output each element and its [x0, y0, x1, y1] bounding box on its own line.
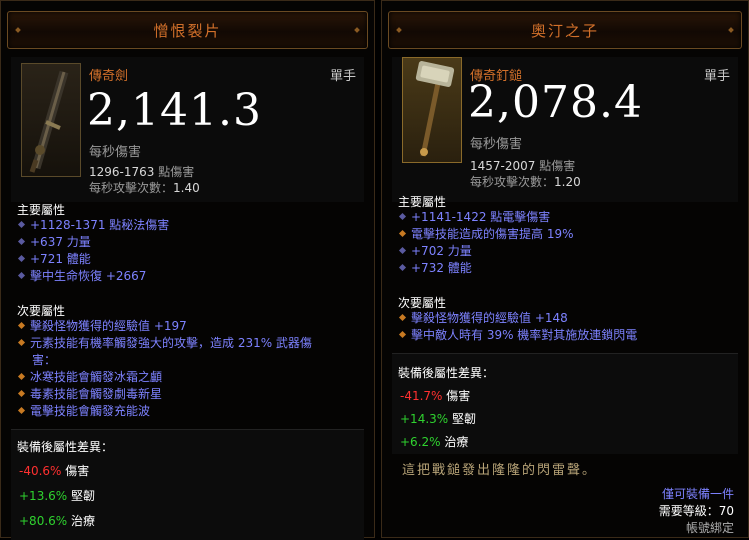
damage-range: 1296-1763 點傷害: [89, 165, 195, 179]
bullet-icon: [398, 263, 407, 272]
secondary-attribute-continued: 害：: [32, 353, 57, 367]
item-slot: 單手: [703, 69, 730, 84]
primary-attributes-title: 主要屬性: [398, 195, 447, 209]
stat-difference-title: 裝備後屬性差異：: [17, 440, 114, 454]
item-name-header: 奧汀之子: [388, 11, 742, 49]
stat-difference: +13.6% 堅韌: [19, 489, 96, 503]
item-name: 奧汀之子: [530, 22, 599, 40]
sword-icon: [21, 63, 81, 177]
bullet-icon: [17, 389, 26, 398]
item-stats-panel: 傳奇釘鎚 單手 2,078.4 每秒傷害 1457-2007 點傷害 每秒攻擊次…: [392, 57, 738, 202]
item-name-header: 憎恨裂片: [7, 11, 368, 49]
bullet-icon: [17, 372, 26, 381]
item-name: 憎恨裂片: [153, 22, 222, 40]
secondary-attribute: 毒素技能會觸發劇毒新星: [17, 386, 162, 403]
secondary-attributes-title: 次要屬性: [17, 304, 66, 318]
primary-attribute: +732 體能: [398, 260, 472, 277]
flavor-text: 這把戰鎚發出隆隆的閃雷聲。: [402, 463, 598, 478]
level-requirement: 需要等級：70: [658, 504, 734, 518]
bullet-icon: [17, 321, 26, 330]
damage-range: 1457-2007 點傷害: [470, 159, 576, 173]
secondary-attribute: 冰寒技能會觸發冰霜之顱: [17, 369, 162, 386]
secondary-attribute: 電擊技能會觸發充能波: [17, 403, 150, 420]
item-type: 傳奇劍: [89, 69, 129, 84]
secondary-attribute: 元素技能有機率觸發強大的攻擊，造成 231% 武器傷: [17, 335, 312, 352]
secondary-attribute: 擊殺怪物獲得的經驗值 +197: [17, 318, 187, 335]
primary-attribute: 電擊技能造成的傷害提高 19%: [398, 226, 574, 243]
dps-value: 2,078.4: [468, 77, 643, 128]
bullet-icon: [17, 237, 26, 246]
stat-difference: +6.2% 治療: [400, 435, 469, 449]
mace-icon: [402, 57, 462, 163]
item-stats-panel: 傳奇劍 單手 2,141.3 每秒傷害 1296-1763 點傷害 每秒攻擊次數…: [11, 57, 364, 202]
bullet-icon: [398, 212, 407, 221]
primary-attribute: +721 體能: [17, 251, 91, 268]
secondary-attribute: 擊中敵人時有 39% 機率對其施放連鎖閃電: [398, 327, 637, 344]
compared-item-tooltip: 奧汀之子 傳奇釘鎚 單手 2,078.4 每秒傷害 1457-2007 點傷害 …: [381, 0, 749, 538]
class-restriction: 僅可裝備一件: [661, 487, 734, 501]
bullet-icon: [17, 271, 26, 280]
equipped-item-tooltip: 憎恨裂片 傳奇劍 單手 2,141.3 每秒傷害 1296-1763 點傷害 每…: [0, 0, 375, 540]
bullet-icon: [17, 220, 26, 229]
secondary-attributes-title: 次要屬性: [398, 296, 447, 310]
primary-attribute: +637 力量: [17, 234, 91, 251]
secondary-attribute: 擊殺怪物獲得的經驗值 +148: [398, 310, 568, 327]
stat-difference: +14.3% 堅韌: [400, 412, 477, 426]
dps-label: 每秒傷害: [470, 137, 523, 152]
stat-difference: -41.7% 傷害: [400, 389, 471, 403]
dps-label: 每秒傷害: [89, 145, 142, 160]
primary-attribute: 擊中生命恢復 +2667: [17, 268, 146, 285]
account-bound: 帳號綁定: [685, 521, 734, 535]
stat-difference: +80.6% 治療: [19, 514, 96, 528]
bullet-icon: [398, 330, 407, 339]
bullet-icon: [398, 313, 407, 322]
stat-difference-panel: 裝備後屬性差異： -41.7% 傷害 +14.3% 堅韌 +6.2% 治療: [392, 353, 738, 454]
bullet-icon: [17, 338, 26, 347]
stat-difference-title: 裝備後屬性差異：: [398, 366, 495, 380]
primary-attribute: +1128-1371 點秘法傷害: [17, 217, 169, 234]
attack-speed: 每秒攻擊次數：1.20: [470, 175, 581, 189]
dps-value: 2,141.3: [87, 85, 262, 136]
primary-attributes-title: 主要屬性: [17, 203, 66, 217]
bullet-icon: [398, 229, 407, 238]
stat-difference-panel: 裝備後屬性差異： -40.6% 傷害 +13.6% 堅韌 +80.6% 治療: [11, 429, 364, 540]
item-slot: 單手: [329, 69, 356, 84]
bullet-icon: [398, 246, 407, 255]
primary-attribute: +702 力量: [398, 243, 472, 260]
bullet-icon: [17, 406, 26, 415]
attack-speed: 每秒攻擊次數：1.40: [89, 181, 200, 195]
primary-attribute: +1141-1422 點電擊傷害: [398, 209, 550, 226]
bullet-icon: [17, 254, 26, 263]
stat-difference: -40.6% 傷害: [19, 464, 90, 478]
